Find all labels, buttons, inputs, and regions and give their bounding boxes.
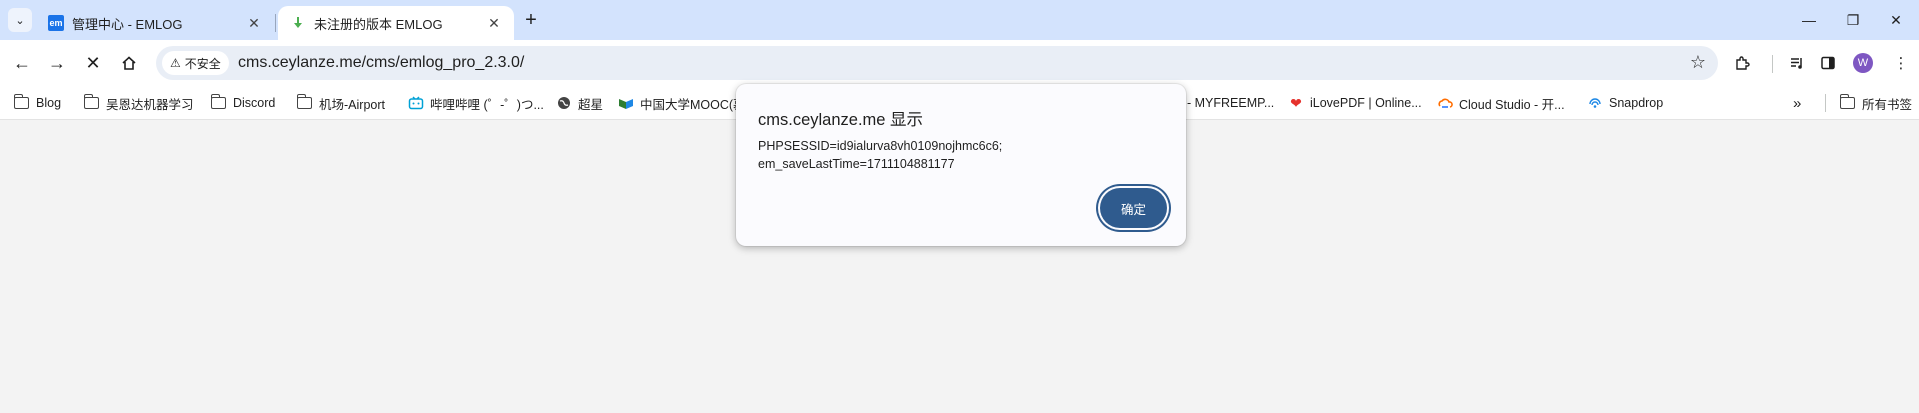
bookmark-label: Blog xyxy=(36,96,62,110)
bilibili-icon xyxy=(408,96,424,110)
bookmark-ilovepdf[interactable]: ❤ iLovePDF | Online... xyxy=(1288,93,1422,113)
bookmark-bilibili[interactable]: 哔哩哔哩 (゜-゜)つ... xyxy=(408,93,544,113)
bookmark-label: Cloud Studio - 开... xyxy=(1459,97,1565,112)
bookmark-cloud-studio[interactable]: Cloud Studio - 开... xyxy=(1437,93,1565,113)
close-window-icon[interactable]: ✕ xyxy=(1884,8,1908,32)
forward-arrow-icon[interactable]: → xyxy=(44,50,70,76)
folder-icon xyxy=(210,94,226,109)
back-arrow-icon[interactable]: ← xyxy=(9,50,35,76)
tab-title: 管理中心 - EMLOG xyxy=(72,16,183,32)
side-panel-icon[interactable] xyxy=(1817,52,1839,74)
security-label: 不安全 xyxy=(184,56,221,71)
bookmark-label: 超星 xyxy=(578,97,604,112)
profile-avatar[interactable]: W xyxy=(1853,53,1873,73)
restore-icon[interactable]: ❐ xyxy=(1841,8,1865,32)
minimize-icon[interactable]: — xyxy=(1797,8,1821,32)
loading-favicon-icon xyxy=(290,15,306,31)
warning-triangle-icon: ⚠ xyxy=(170,56,181,70)
tab-emlog-admin[interactable]: em 管理中心 - EMLOG ✕ xyxy=(36,6,274,40)
more-bookmarks-chevron-icon[interactable]: » xyxy=(1793,93,1801,113)
mooc-icon xyxy=(618,96,634,110)
bookmark-snapdrop[interactable]: Snapdrop xyxy=(1587,93,1663,113)
globe-icon xyxy=(556,96,572,110)
bookmark-label: Discord xyxy=(233,96,276,110)
bookmark-mooc[interactable]: 中国大学MOOC(慕 xyxy=(618,93,746,113)
extensions-puzzle-icon[interactable] xyxy=(1731,52,1753,74)
close-icon[interactable]: ✕ xyxy=(244,13,264,33)
ok-button[interactable]: 确定 xyxy=(1100,188,1167,228)
folder-icon xyxy=(296,94,312,109)
menu-kebab-icon[interactable]: ⋮ xyxy=(1890,52,1912,74)
tab-emlog-unregistered[interactable]: 未注册的版本 EMLOG ✕ xyxy=(278,6,514,40)
browser-toolbar: ← → ✕ ⚠ 不安全 cms.ceylanze.me/cms/emlog_pr… xyxy=(0,40,1919,86)
bookmark-label: 吴恩达机器学习 xyxy=(106,97,194,112)
bookmarks-divider xyxy=(1825,94,1826,112)
folder-icon xyxy=(1839,94,1855,109)
tab-search-chevron-icon[interactable]: ⌄ xyxy=(8,8,32,32)
bookmark-label: Snapdrop xyxy=(1609,96,1664,110)
dialog-message-line: PHPSESSID=id9ialurva8vh0109nojhmc6c6; xyxy=(758,139,1003,153)
folder-icon xyxy=(13,94,29,109)
bookmark-folder-blog[interactable]: Blog xyxy=(13,93,62,113)
bookmark-label: 哔哩哔哩 (゜-゜)つ... xyxy=(430,97,544,112)
tab-title: 未注册的版本 EMLOG xyxy=(314,16,443,32)
bookmark-folder-airport[interactable]: 机场-Airport xyxy=(296,93,385,113)
tab-divider xyxy=(275,14,276,32)
dialog-message-line: em_saveLastTime=1711104881177 xyxy=(758,157,955,171)
bookmark-label: 所有书签 xyxy=(1862,97,1913,112)
media-control-icon[interactable] xyxy=(1786,52,1808,74)
bookmark-label: - MYFREEMP... xyxy=(1187,96,1275,110)
bookmark-chaoxing[interactable]: 超星 xyxy=(556,93,603,113)
dialog-message: PHPSESSID=id9ialurva8vh0109nojhmc6c6; em… xyxy=(758,137,1002,173)
cloud-studio-icon xyxy=(1437,96,1453,110)
bookmark-folder-ml[interactable]: 吴恩达机器学习 xyxy=(83,93,194,113)
close-icon[interactable]: ✕ xyxy=(484,13,504,33)
new-tab-button[interactable]: + xyxy=(520,9,542,31)
home-icon[interactable] xyxy=(116,50,142,76)
heart-icon: ❤ xyxy=(1290,94,1302,111)
snapdrop-icon xyxy=(1587,96,1603,110)
bookmark-label: 中国大学MOOC(慕 xyxy=(640,97,746,112)
bookmark-myfreemp3[interactable]: - MYFREEMP... xyxy=(1187,93,1274,113)
stop-loading-icon[interactable]: ✕ xyxy=(80,50,106,76)
alert-dialog: cms.ceylanze.me 显示 PHPSESSID=id9ialurva8… xyxy=(736,84,1186,246)
address-bar[interactable]: ⚠ 不安全 cms.ceylanze.me/cms/emlog_pro_2.3.… xyxy=(156,46,1718,80)
tab-strip: ⌄ em 管理中心 - EMLOG ✕ 未注册的版本 EMLOG ✕ + — ❐… xyxy=(0,0,1919,40)
emlog-favicon-icon: em xyxy=(48,15,64,31)
bookmark-label: iLovePDF | Online... xyxy=(1310,96,1422,110)
all-bookmarks-folder[interactable]: 所有书签 xyxy=(1839,93,1913,113)
folder-icon xyxy=(83,94,99,109)
bookmark-folder-discord[interactable]: Discord xyxy=(210,93,276,113)
url-text[interactable]: cms.ceylanze.me/cms/emlog_pro_2.3.0/ xyxy=(238,54,524,72)
bookmark-star-icon[interactable]: ☆ xyxy=(1690,52,1706,73)
dialog-title: cms.ceylanze.me 显示 xyxy=(758,111,924,129)
security-indicator[interactable]: ⚠ 不安全 xyxy=(162,51,229,75)
bookmark-label: 机场-Airport xyxy=(319,97,385,112)
toolbar-divider xyxy=(1772,55,1773,73)
